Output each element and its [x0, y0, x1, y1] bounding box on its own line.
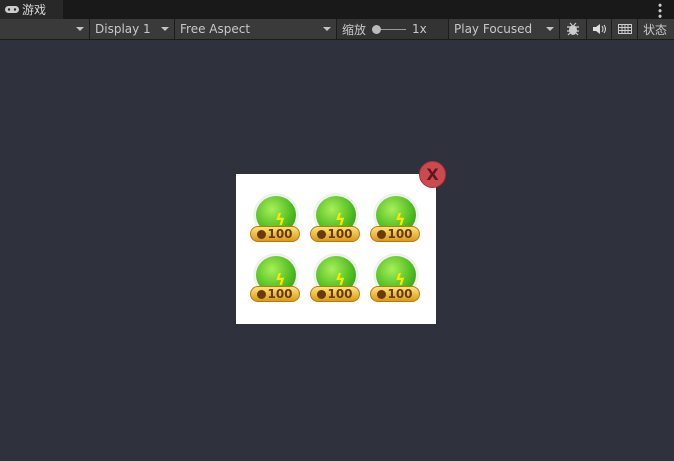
- shop-item[interactable]: ϟ 100: [309, 194, 363, 248]
- price-tag: 100: [310, 286, 360, 302]
- speaker-icon: [593, 24, 606, 34]
- close-icon: X: [426, 165, 439, 184]
- close-button[interactable]: X: [419, 161, 446, 188]
- coin-icon: [377, 229, 387, 239]
- display-label: Display 1: [95, 22, 151, 36]
- shop-item[interactable]: ϟ 100: [309, 254, 363, 308]
- shop-item[interactable]: ϟ 100: [249, 254, 303, 308]
- price-tag: 100: [370, 226, 420, 242]
- scale-value: 1x: [412, 22, 427, 36]
- coin-icon: [317, 289, 327, 299]
- price-tag: 100: [370, 286, 420, 302]
- tab-game[interactable]: 游戏: [0, 0, 63, 19]
- display-dropdown[interactable]: Display 1: [90, 19, 175, 39]
- stats-button[interactable]: 状态: [638, 19, 674, 39]
- aspect-label: Free Aspect: [180, 22, 251, 36]
- mute-audio-button[interactable]: [587, 19, 612, 39]
- chevron-down-icon: [323, 27, 331, 31]
- scale-control: 缩放 1x: [337, 19, 449, 39]
- tab-label: 游戏: [22, 3, 47, 17]
- stats-label: 状态: [643, 22, 668, 37]
- toolbar: Display 1 Free Aspect 缩放 1x Play Focused …: [0, 19, 674, 40]
- shop-item[interactable]: ϟ 100: [369, 254, 423, 308]
- shop-item[interactable]: ϟ 100: [249, 194, 303, 248]
- more-menu-icon[interactable]: •••: [653, 2, 666, 18]
- shop-popup: ϟ 100 ϟ 100 ϟ 100 ϟ 100 ϟ 100 ϟ 100: [236, 174, 436, 324]
- play-mode-label: Play Focused: [454, 22, 533, 36]
- price-tag: 100: [250, 286, 300, 302]
- coin-icon: [377, 289, 387, 299]
- scale-slider[interactable]: [372, 24, 407, 34]
- chevron-down-icon: [161, 27, 169, 31]
- tab-bar: 游戏 •••: [0, 0, 674, 19]
- price-tag: 100: [310, 226, 360, 242]
- aspect-dropdown[interactable]: Free Aspect: [175, 19, 337, 39]
- play-mode-dropdown[interactable]: Play Focused: [449, 19, 560, 39]
- keyboard-icon: [617, 24, 632, 34]
- scale-label: 缩放: [342, 22, 367, 37]
- coin-icon: [257, 229, 267, 239]
- bug-icon: [567, 22, 579, 36]
- coin-icon: [257, 289, 267, 299]
- chevron-down-icon: [546, 27, 554, 31]
- keyboard-button[interactable]: [612, 19, 638, 39]
- price-tag: 100: [250, 226, 300, 242]
- gamepad-icon: [5, 6, 19, 13]
- shop-item[interactable]: ϟ 100: [369, 194, 423, 248]
- target-dropdown[interactable]: [0, 19, 90, 39]
- coin-icon: [317, 229, 327, 239]
- bug-button[interactable]: [560, 19, 587, 39]
- chevron-down-icon: [76, 27, 84, 31]
